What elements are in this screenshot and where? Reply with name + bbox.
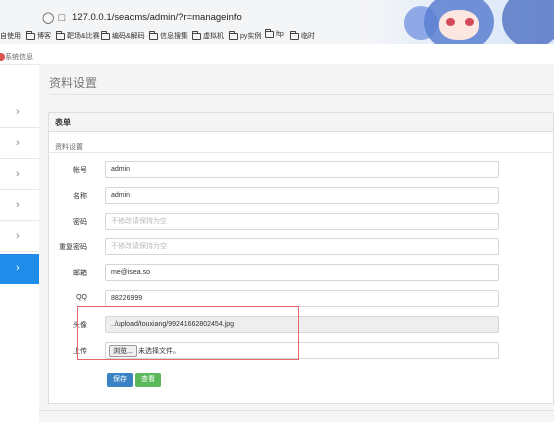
qq-label: QQ bbox=[76, 294, 87, 301]
folder-icon bbox=[149, 30, 158, 40]
name-label: 名称 bbox=[73, 193, 87, 200]
chevron-right-icon: › bbox=[16, 199, 20, 211]
repeat-password-label: 重复密码 bbox=[59, 244, 87, 251]
email-field[interactable]: me@isea.so bbox=[105, 264, 499, 281]
folder-icon bbox=[101, 30, 110, 40]
folder-icon bbox=[229, 30, 238, 40]
password-label: 密码 bbox=[73, 219, 87, 226]
folder-icon bbox=[56, 30, 65, 40]
account-label: 帐号 bbox=[73, 167, 87, 174]
bookmark-item[interactable]: 编码&解码 bbox=[101, 30, 145, 41]
divider bbox=[48, 152, 554, 153]
bookmark-item[interactable]: 临时 bbox=[290, 30, 315, 41]
chevron-right-icon: › bbox=[16, 230, 20, 242]
browse-button[interactable]: 浏览... bbox=[109, 345, 137, 357]
bookmark-item[interactable]: 信息搜集 bbox=[149, 30, 188, 41]
address-bar[interactable]: 127.0.0.1/seacms/admin/?r=manageinfo bbox=[72, 12, 242, 23]
folder-icon bbox=[265, 29, 274, 38]
sidebar-item-active[interactable]: › bbox=[0, 254, 39, 284]
folder-icon bbox=[192, 30, 201, 40]
file-status-text: 未选择文件。 bbox=[138, 348, 180, 355]
sidebar-item[interactable]: › bbox=[0, 98, 39, 128]
sidebar-item[interactable]: › bbox=[0, 160, 39, 190]
chevron-right-icon: › bbox=[16, 137, 20, 149]
bookmark-item[interactable]: 博客 bbox=[26, 30, 51, 41]
app-title[interactable]: 系统信息 bbox=[5, 52, 33, 62]
page-title: 资料设置 bbox=[49, 76, 98, 90]
panel-header bbox=[48, 112, 554, 132]
email-label: 邮箱 bbox=[73, 270, 87, 277]
chevron-right-icon: › bbox=[16, 168, 20, 180]
sidebar-item[interactable]: › bbox=[0, 222, 39, 252]
name-field[interactable]: admin bbox=[105, 187, 499, 204]
password-field[interactable]: 不修改请保持为空 bbox=[105, 213, 499, 230]
sidebar-item[interactable]: › bbox=[0, 129, 39, 159]
sidebar: › › › › › › bbox=[0, 96, 40, 422]
form-panel bbox=[48, 112, 554, 404]
account-field[interactable]: admin bbox=[105, 161, 499, 178]
shield-icon[interactable]: ◯ bbox=[42, 12, 54, 24]
bookmark-item[interactable]: 自使用 bbox=[0, 31, 21, 41]
avatar-label: 头像 bbox=[73, 322, 87, 329]
bookmarks-bar: 自使用 博客 靶场&比赛 编码&解码 信息搜集 虚拟机 py实例 ftp 临时 bbox=[0, 29, 554, 43]
divider bbox=[39, 410, 554, 411]
folder-icon bbox=[290, 30, 299, 40]
repeat-password-field[interactable]: 不修改请保持为空 bbox=[105, 238, 499, 255]
chevron-right-icon: › bbox=[16, 262, 20, 274]
app-header bbox=[0, 44, 554, 65]
save-button[interactable]: 保存 bbox=[107, 373, 133, 387]
avatar-path-field: ../upload/touxiang/99241662802454.jpg bbox=[105, 316, 499, 333]
bookmark-item[interactable]: py实例 bbox=[229, 30, 261, 41]
chevron-right-icon: › bbox=[16, 106, 20, 118]
upload-label: 上传 bbox=[73, 348, 87, 355]
page-info-icon[interactable]: □ bbox=[56, 12, 68, 24]
view-button[interactable]: 查看 bbox=[135, 373, 161, 387]
qq-field[interactable]: 88226999 bbox=[105, 290, 499, 307]
bookmark-item[interactable]: 靶场&比赛 bbox=[56, 30, 100, 41]
form-subheading: 资料设置 bbox=[55, 144, 83, 151]
bookmark-item[interactable]: 虚拟机 bbox=[192, 30, 224, 41]
sidebar-item[interactable]: › bbox=[0, 191, 39, 221]
panel-title: 表单 bbox=[55, 118, 71, 127]
bookmark-item[interactable]: ftp bbox=[265, 29, 284, 38]
folder-icon bbox=[26, 30, 35, 40]
divider bbox=[49, 94, 554, 95]
